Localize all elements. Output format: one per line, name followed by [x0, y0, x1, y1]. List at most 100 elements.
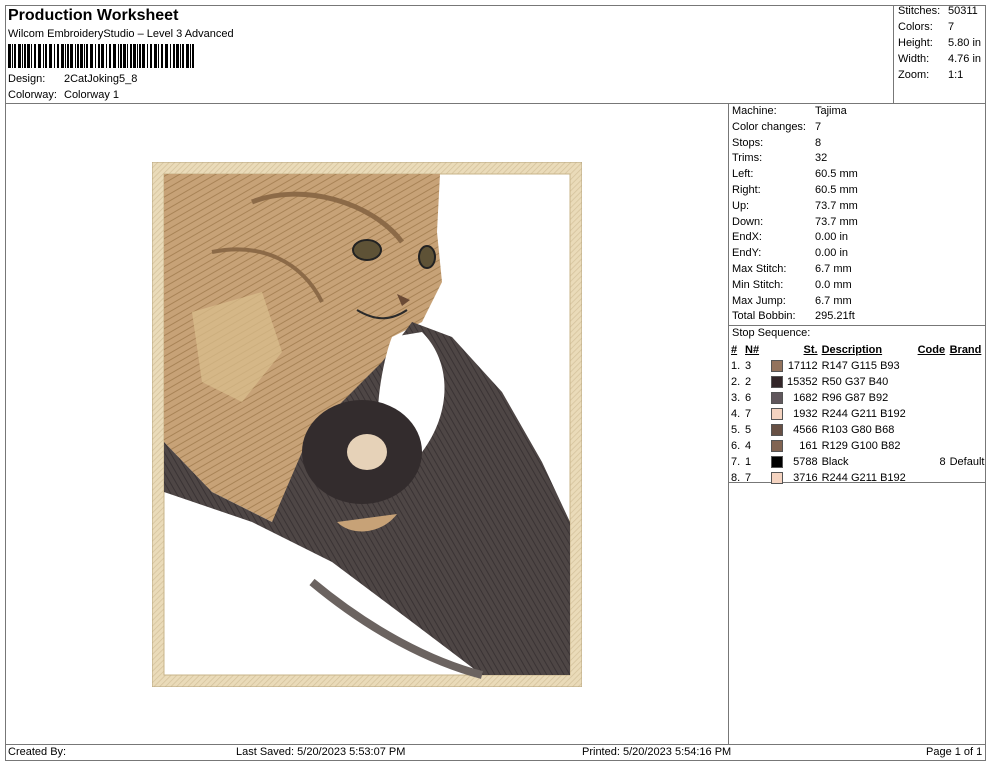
machine-value: 73.7 mm	[815, 215, 858, 228]
color-description: R147 G115 B93	[821, 360, 900, 372]
machine-label: Right:	[732, 184, 761, 196]
stop-row: 4. 7 1932 R244 G211 B192	[729, 406, 986, 422]
embroidery-design-image	[151, 161, 583, 688]
color-code	[916, 374, 948, 390]
machine-value: 0.00 in	[815, 231, 849, 244]
summary-label: Stitches:	[898, 5, 941, 17]
barcode-bar	[8, 44, 11, 68]
stop-num: 6.	[731, 440, 741, 452]
barcode-bar	[192, 44, 194, 68]
stitch-count: 4566	[793, 424, 818, 436]
barcode-bar	[176, 44, 179, 68]
summary-value: 7	[948, 21, 955, 33]
summary-label: Zoom:	[898, 69, 930, 81]
machine-value: 6.7 mm	[815, 294, 852, 307]
machine-value: 73.7 mm	[815, 199, 858, 212]
barcode-bar	[75, 44, 76, 68]
color-description: R96 G87 B92	[821, 392, 889, 404]
barcode	[8, 44, 196, 71]
barcode-bar	[67, 44, 69, 68]
header-code: Code	[917, 344, 946, 356]
color-brand	[948, 406, 987, 422]
stop-row: 7. 1 5788 Black 8 Default	[729, 454, 986, 470]
color-code	[916, 358, 948, 374]
barcode-bar	[101, 44, 104, 68]
stop-row: 8. 7 3716 R244 G211 B192	[729, 470, 986, 486]
header-num: #	[731, 344, 738, 356]
machine-label: Trims:	[732, 152, 763, 165]
barcode-bar	[118, 44, 119, 68]
barcode-bar	[182, 44, 184, 68]
machine-label: Stops:	[732, 136, 764, 149]
stop-row: 2. 2 15352 R50 G37 B40	[729, 374, 986, 390]
summary-value: 4.76 in	[948, 53, 982, 65]
machine-value: 6.7 mm	[815, 263, 852, 275]
stop-num: 3.	[731, 392, 741, 404]
swatch	[771, 456, 783, 469]
stop-num: 5.	[731, 424, 741, 436]
color-code	[916, 470, 948, 486]
needle-num: 4	[745, 440, 752, 452]
barcode-bar	[12, 44, 13, 68]
barcode-bar	[180, 44, 181, 68]
barcode-bar	[27, 44, 30, 68]
summary-label: Width:	[898, 53, 930, 65]
barcode-bar	[77, 44, 79, 68]
needle-num: 3	[745, 360, 752, 372]
barcode-bar	[113, 44, 116, 68]
barcode-bar	[43, 44, 44, 68]
last-saved: Last Saved: 5/20/2023 5:53:07 PM	[236, 746, 406, 758]
color-code	[916, 390, 948, 406]
machine-value: 295.21ft	[815, 310, 855, 323]
barcode-bar	[54, 44, 55, 68]
stop-num: 1.	[731, 360, 741, 372]
colorway-label: Colorway:	[8, 89, 57, 101]
machine-value: 32	[815, 152, 828, 165]
stop-num: 2.	[731, 376, 741, 388]
color-description: R103 G80 B68	[821, 424, 895, 436]
barcode-bar	[147, 44, 148, 68]
barcode-bar	[139, 44, 141, 68]
machine-label: Up:	[732, 199, 750, 212]
software-name: Wilcom EmbroideryStudio – Level 3 Advanc…	[8, 28, 234, 40]
machine-value: 60.5 mm	[815, 168, 858, 181]
barcode-bar	[31, 44, 32, 68]
barcode-bar	[190, 44, 191, 68]
stop-sequence-table: # N# St. Description Code Brand 1. 3 17112…	[729, 342, 986, 486]
barcode-bar	[95, 44, 96, 68]
barcode-bar	[14, 44, 16, 68]
barcode-bar	[142, 44, 145, 68]
color-swatch	[769, 438, 785, 454]
header-brand: Brand	[949, 344, 982, 356]
machine-label: Max Stitch:	[732, 263, 787, 275]
needle-num: 5	[745, 424, 752, 436]
color-brand	[948, 438, 987, 454]
summary-label: Height:	[898, 37, 933, 49]
barcode-bar	[98, 44, 100, 68]
machine-label: Total Bobbin:	[732, 310, 796, 323]
barcode-bar	[154, 44, 157, 68]
needle-num: 1	[745, 456, 752, 468]
stitch-count: 15352	[787, 376, 818, 388]
swatch	[771, 440, 783, 453]
needle-num: 7	[745, 472, 752, 484]
barcode-bar	[137, 44, 138, 68]
stop-row: 6. 4 161 R129 G100 B82	[729, 438, 986, 454]
barcode-bar	[109, 44, 111, 68]
color-description: Black	[821, 456, 849, 468]
color-brand	[948, 390, 987, 406]
colorway-value: Colorway 1	[64, 89, 120, 101]
barcode-bar	[86, 44, 88, 68]
color-brand	[948, 358, 987, 374]
color-code	[916, 406, 948, 422]
design-value: 2CatJoking5_8	[64, 73, 138, 85]
barcode-bar	[22, 44, 23, 68]
barcode-bar	[57, 44, 59, 68]
stitch-count: 3716	[793, 472, 818, 484]
barcode-bar	[49, 44, 52, 68]
machine-value: 0.0 mm	[815, 278, 852, 291]
barcode-bar	[84, 44, 85, 68]
design-label: Design:	[8, 73, 46, 85]
swatch	[771, 392, 783, 405]
barcode-bar	[150, 44, 152, 68]
